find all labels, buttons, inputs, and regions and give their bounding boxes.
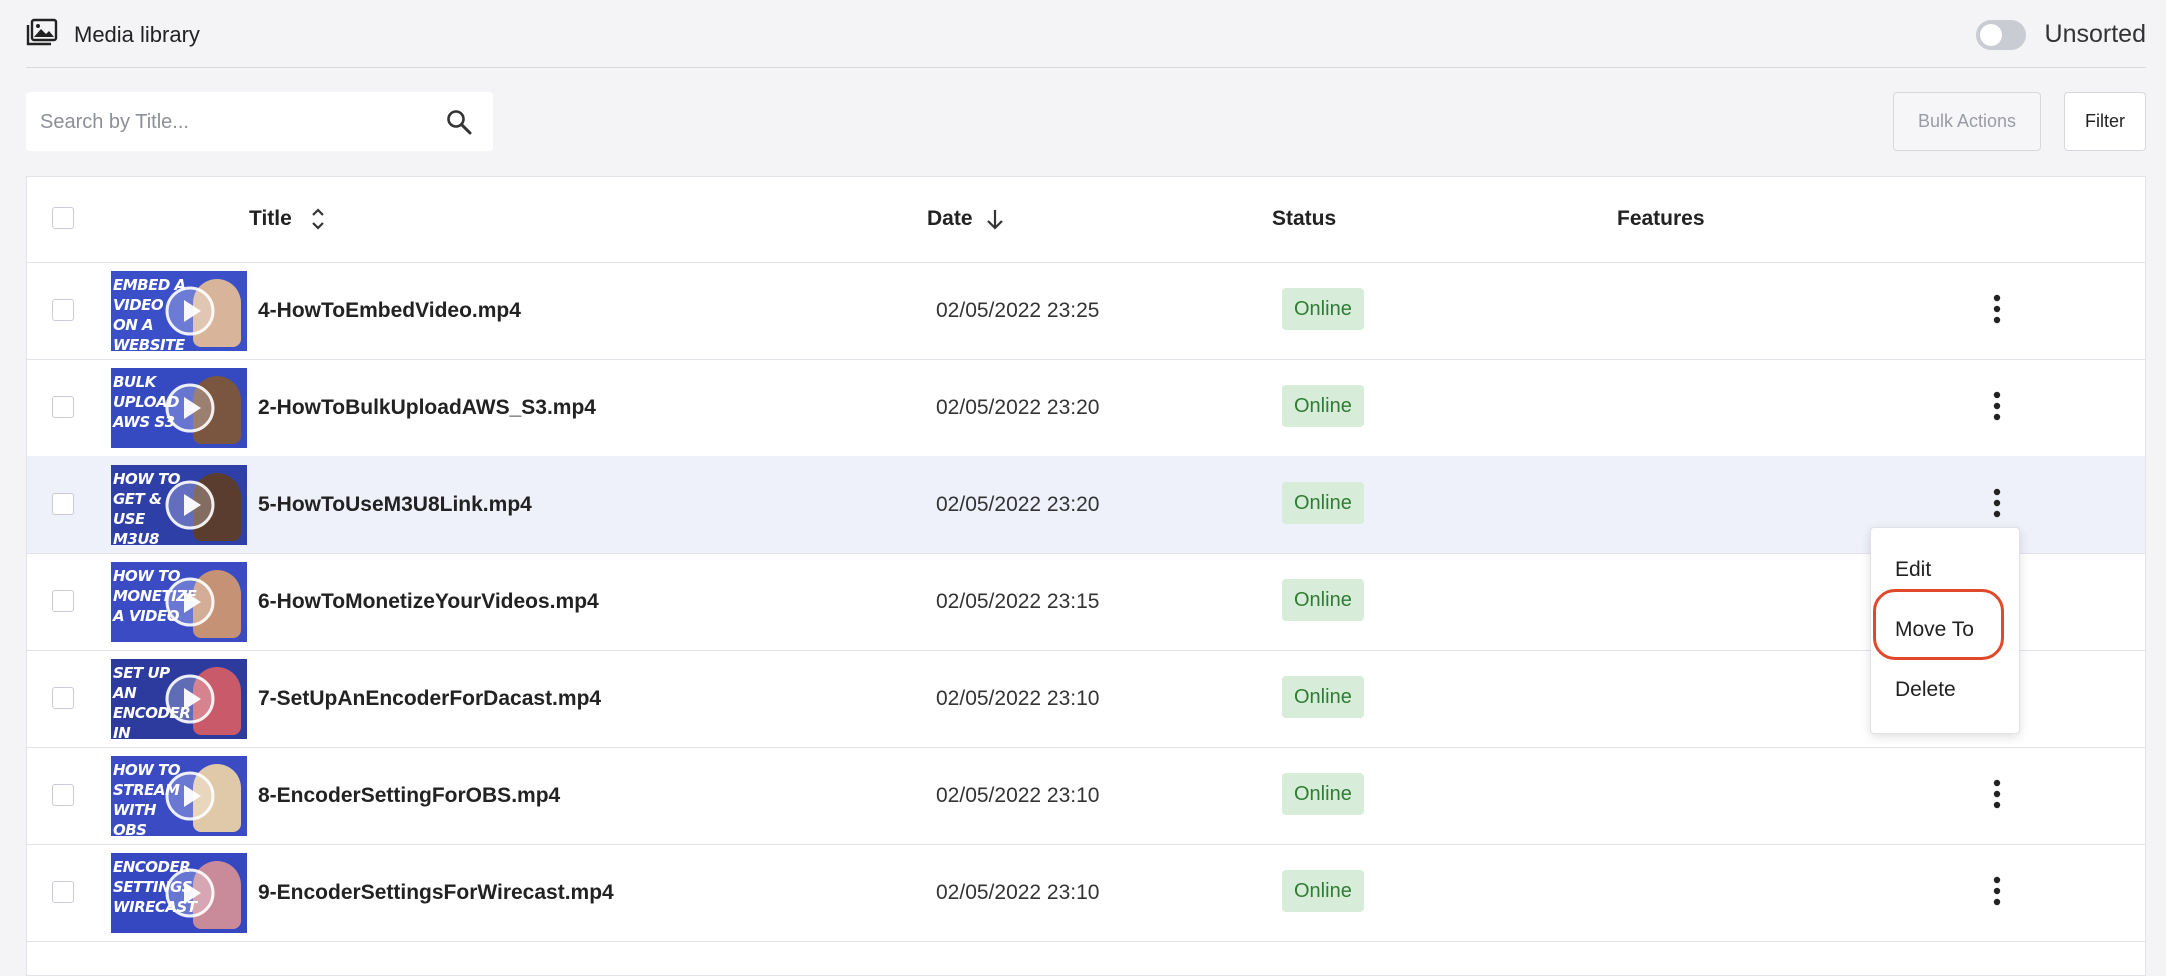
more-vertical-icon[interactable] — [1993, 292, 2001, 326]
menu-item-delete[interactable]: Delete — [1895, 678, 1956, 702]
column-features: Features — [1617, 207, 1705, 230]
row-context-menu: Edit Move To Delete — [1870, 527, 2020, 734]
sort-updown-icon[interactable] — [307, 205, 329, 233]
menu-item-move-to[interactable]: Move To — [1895, 618, 1974, 642]
row-checkbox[interactable] — [52, 590, 74, 612]
table-row[interactable]: HOW TO MONETIZE A VIDEO 6-HowToMonetizeYo… — [27, 553, 2145, 651]
video-thumbnail[interactable]: BULK UPLOAD AWS S3 — [111, 368, 247, 448]
video-date: 02/05/2022 23:10 — [936, 687, 1100, 710]
video-date: 02/05/2022 23:25 — [936, 299, 1100, 322]
more-vertical-icon[interactable] — [1993, 486, 2001, 520]
video-date: 02/05/2022 23:10 — [936, 881, 1100, 904]
video-date: 02/05/2022 23:20 — [936, 493, 1100, 516]
video-title[interactable]: 5-HowToUseM3U8Link.mp4 — [258, 493, 532, 517]
row-checkbox[interactable] — [52, 493, 74, 515]
video-title[interactable]: 4-HowToEmbedVideo.mp4 — [258, 299, 521, 323]
status-badge: Online — [1282, 288, 1364, 330]
unsorted-toggle[interactable] — [1976, 20, 2026, 50]
row-checkbox[interactable] — [52, 784, 74, 806]
play-icon — [165, 286, 215, 336]
play-icon — [165, 771, 215, 821]
video-thumbnail[interactable]: SET UP AN ENCODER IN DACAST — [111, 659, 247, 739]
status-badge: Online — [1282, 385, 1364, 427]
video-date: 02/05/2022 23:20 — [936, 396, 1100, 419]
status-badge: Online — [1282, 870, 1364, 912]
row-checkbox[interactable] — [52, 687, 74, 709]
video-date: 02/05/2022 23:15 — [936, 590, 1100, 613]
media-table: Title Date Status Features EMBED A VIDEO… — [26, 176, 2146, 976]
column-status: Status — [1272, 207, 1337, 230]
search-icon[interactable] — [445, 108, 473, 136]
toggle-knob — [1980, 24, 2002, 46]
video-title[interactable]: 2-HowToBulkUploadAWS_S3.mp4 — [258, 396, 596, 420]
row-checkbox[interactable] — [52, 881, 74, 903]
menu-item-edit[interactable]: Edit — [1895, 558, 1931, 582]
play-icon — [165, 674, 215, 724]
play-icon — [165, 480, 215, 530]
video-title[interactable]: 6-HowToMonetizeYourVideos.mp4 — [258, 590, 599, 614]
search-box — [26, 92, 493, 153]
status-badge: Online — [1282, 676, 1364, 718]
video-thumbnail[interactable]: HOW TO MONETIZE A VIDEO — [111, 562, 247, 642]
table-row[interactable]: EMBED A VIDEO ON A WEBSITE 4-HowToEmbedVi… — [27, 262, 2145, 360]
table-row[interactable]: SET UP AN ENCODER IN DACAST 7-SetUpAnEnco… — [27, 650, 2145, 748]
more-vertical-icon[interactable] — [1993, 777, 2001, 811]
table-row[interactable]: BULK UPLOAD AWS S3 2-HowToBulkUploadAWS_S… — [27, 359, 2145, 457]
bulk-actions-button[interactable]: Bulk Actions — [1893, 92, 2041, 151]
page-title: Media library — [74, 22, 200, 47]
page-header: Media library Unsorted — [26, 0, 2146, 68]
table-header: Title Date Status Features — [27, 177, 2145, 263]
filter-button[interactable]: Filter — [2064, 92, 2146, 151]
video-title[interactable]: 8-EncoderSettingForOBS.mp4 — [258, 784, 560, 808]
more-vertical-icon[interactable] — [1993, 389, 2001, 423]
play-icon — [165, 577, 215, 627]
video-thumbnail[interactable]: EMBED A VIDEO ON A WEBSITE — [111, 271, 247, 351]
unsorted-label: Unsorted — [2044, 20, 2146, 48]
column-date[interactable]: Date — [927, 207, 973, 231]
video-title[interactable]: 9-EncoderSettingsForWirecast.mp4 — [258, 881, 614, 905]
column-title[interactable]: Title — [249, 207, 292, 231]
select-all-checkbox[interactable] — [52, 207, 74, 229]
play-icon — [165, 383, 215, 433]
status-badge: Online — [1282, 773, 1364, 815]
more-vertical-icon[interactable] — [1993, 874, 2001, 908]
video-thumbnail[interactable]: ENCODER SETTINGS WIRECAST — [111, 853, 247, 933]
media-library-icon — [26, 18, 58, 46]
table-row[interactable]: HOW TO STREAM WITH OBS 8-EncoderSettingFo… — [27, 747, 2145, 845]
table-row[interactable]: ENCODER SETTINGS WIRECAST 9-EncoderSettin… — [27, 844, 2145, 942]
play-icon — [165, 868, 215, 918]
video-title[interactable]: 7-SetUpAnEncoderForDacast.mp4 — [258, 687, 601, 711]
video-thumbnail[interactable]: HOW TO GET & USE M3U8 LINK — [111, 465, 247, 545]
search-input[interactable] — [38, 92, 442, 153]
row-checkbox[interactable] — [52, 396, 74, 418]
status-badge: Online — [1282, 482, 1364, 524]
video-thumbnail[interactable]: HOW TO STREAM WITH OBS — [111, 756, 247, 836]
arrow-down-icon[interactable] — [984, 205, 1006, 233]
table-row[interactable]: HOW TO GET & USE M3U8 LINK 5-HowToUseM3U8… — [27, 456, 2145, 554]
row-checkbox[interactable] — [52, 299, 74, 321]
video-date: 02/05/2022 23:10 — [936, 784, 1100, 807]
status-badge: Online — [1282, 579, 1364, 621]
